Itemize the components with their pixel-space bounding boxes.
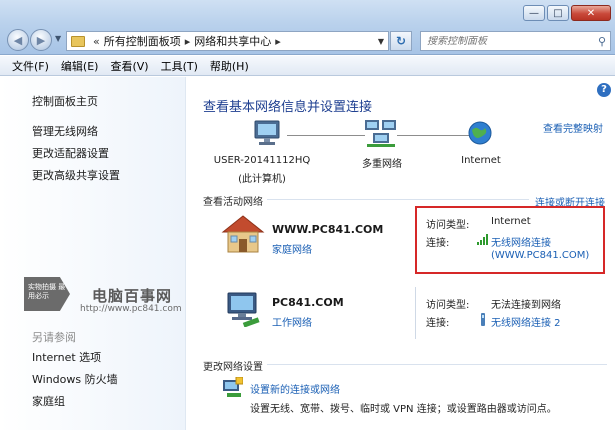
active-networks-heading: 查看活动网络 <box>203 197 263 208</box>
watermark: 实物拍摄 最用必示 电脑百事网 http://www.pc841.com <box>24 277 194 319</box>
history-dropdown-icon[interactable]: ▼ <box>55 34 61 43</box>
page-title: 查看基本网络信息并设置连接 <box>203 100 373 115</box>
forward-arrow-icon: ▶ <box>36 33 46 47</box>
map-connector <box>397 135 473 136</box>
map-internet: Internet <box>461 155 501 166</box>
view-full-map-link[interactable]: 查看完整映射 <box>543 120 603 135</box>
breadcrumb-network-center[interactable]: 网络和共享中心 <box>194 33 271 49</box>
sidebar-internet-options[interactable]: Internet 选项 <box>32 349 101 365</box>
main-panel: ? 查看基本网络信息并设置连接 查看完整映射 USER-20141112HQ (… <box>187 77 615 430</box>
setup-connection-link[interactable]: 设置新的连接或网络 <box>250 381 340 396</box>
work-network-icon[interactable] <box>225 291 261 327</box>
menu-bar: 文件(F) 编辑(E) 查看(V) 工具(T) 帮助(H) <box>0 56 615 76</box>
refresh-icon: ↻ <box>395 34 407 48</box>
new-connection-icon[interactable] <box>221 377 243 399</box>
breadcrumb-overflow[interactable]: « <box>93 35 100 48</box>
change-settings-heading: 更改网络设置 <box>203 362 263 373</box>
sidebar-homegroup[interactable]: 家庭组 <box>32 393 65 409</box>
map-computer-name[interactable]: USER-20141112HQ <box>207 155 317 166</box>
breadcrumb-separator[interactable]: ▸ <box>185 35 191 48</box>
wireless-adapter-icon <box>481 313 485 326</box>
sidebar-control-panel-home[interactable]: 控制面板主页 <box>32 93 98 109</box>
menu-view[interactable]: 查看(V) <box>110 58 148 74</box>
breadcrumb-all-control-panel[interactable]: 所有控制面板项 <box>104 33 181 49</box>
help-icon[interactable]: ? <box>597 83 611 97</box>
network-1-name: WWW.PC841.COM <box>272 223 384 236</box>
sidebar-windows-firewall[interactable]: Windows 防火墙 <box>32 371 118 387</box>
menu-tools[interactable]: 工具(T) <box>161 58 198 74</box>
search-box[interactable]: ⚲ <box>420 31 611 51</box>
multiple-networks-icon[interactable] <box>363 117 399 149</box>
watermark-badge: 实物拍摄 最用必示 <box>24 277 70 311</box>
sidebar-advanced-sharing[interactable]: 更改高级共享设置 <box>32 167 120 183</box>
map-connector <box>287 135 365 136</box>
network-separator <box>415 287 416 339</box>
network-2-access-value: 无法连接到网络 <box>491 300 561 311</box>
section-divider <box>267 364 607 365</box>
sidebar-manage-wireless[interactable]: 管理无线网络 <box>32 123 98 139</box>
highlight-box <box>415 206 605 274</box>
see-also-heading: 另请参阅 <box>32 331 76 344</box>
menu-help[interactable]: 帮助(H) <box>210 58 249 74</box>
control-panel-icon <box>71 35 85 47</box>
setup-connection-desc: 设置无线、宽带、拨号、临时或 VPN 连接；或设置路由器或访问点。 <box>250 404 557 415</box>
minimize-button[interactable]: — <box>523 5 545 21</box>
watermark-url: http://www.pc841.com <box>80 304 182 314</box>
network-2-name: PC841.COM <box>272 296 344 309</box>
network-2-conn-link[interactable]: 无线网络连接 2 <box>491 314 561 329</box>
network-2-type-link[interactable]: 工作网络 <box>272 314 312 329</box>
map-multiple-networks: 多重网络 <box>362 159 402 170</box>
window-controls: — □ ✕ <box>523 5 611 21</box>
computer-icon[interactable] <box>251 119 285 149</box>
back-arrow-icon: ◀ <box>13 33 23 47</box>
address-bar[interactable]: « 所有控制面板项 ▸ 网络和共享中心 ▸ ▼ <box>66 31 389 51</box>
home-network-icon[interactable] <box>221 214 265 254</box>
sidebar: 控制面板主页 管理无线网络 更改适配器设置 更改高级共享设置 实物拍摄 最用必示… <box>0 77 186 430</box>
section-divider <box>267 199 529 200</box>
watermark-title: 电脑百事网 <box>92 287 173 305</box>
network-2-access-label: 访问类型: <box>426 300 470 311</box>
menu-edit[interactable]: 编辑(E) <box>61 58 99 74</box>
search-icon[interactable]: ⚲ <box>598 35 606 48</box>
sidebar-change-adapter[interactable]: 更改适配器设置 <box>32 145 109 161</box>
back-button[interactable]: ◀ <box>7 29 29 51</box>
close-button[interactable]: ✕ <box>571 5 611 21</box>
address-dropdown-icon[interactable]: ▼ <box>374 37 388 46</box>
breadcrumb-separator[interactable]: ▸ <box>275 35 281 48</box>
network-1-type-link[interactable]: 家庭网络 <box>272 241 312 256</box>
menu-file[interactable]: 文件(F) <box>12 58 49 74</box>
search-input[interactable] <box>427 35 587 47</box>
maximize-button[interactable]: □ <box>547 5 569 21</box>
title-bar: — □ ✕ ◀ ▶ ▼ « 所有控制面板项 ▸ 网络和共享中心 ▸ ▼ ↻ ⚲ <box>0 0 615 55</box>
refresh-button[interactable]: ↻ <box>390 31 412 51</box>
network-2-conn-label: 连接: <box>426 318 450 329</box>
map-computer-sub: (此计算机) <box>238 174 286 185</box>
forward-button[interactable]: ▶ <box>30 29 52 51</box>
globe-icon[interactable] <box>467 120 493 146</box>
